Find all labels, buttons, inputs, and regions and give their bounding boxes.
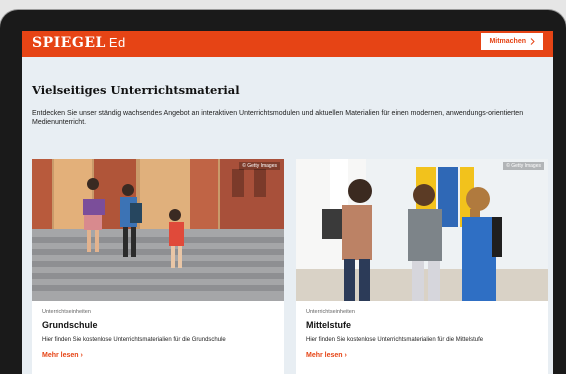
site-header: SPIEGEL Ed Mitmachen: [22, 31, 553, 57]
card-description: Hier finden Sie kostenlose Unterrichtsma…: [306, 337, 484, 343]
card-kicker: Unterrichtseinheiten: [42, 309, 91, 315]
spiegel-ed-logo[interactable]: SPIEGEL Ed: [32, 35, 126, 51]
photo-credit: © Getty Images: [503, 162, 544, 170]
section-title: Vielseitiges Unterrichtsmaterial: [32, 83, 240, 97]
mitmachen-button[interactable]: Mitmachen: [481, 33, 543, 50]
card-title[interactable]: Grundschule: [42, 320, 98, 330]
card-mittelstufe[interactable]: © Getty Images Unterrichtseinheiten Mitt…: [296, 159, 548, 374]
logo-sub-text: Ed: [108, 35, 126, 50]
grundschule-photo: © Getty Images: [32, 159, 284, 301]
card-kicker: Unterrichtseinheiten: [306, 309, 355, 315]
chevron-right-icon: [530, 38, 535, 45]
photo-credit: © Getty Images: [239, 162, 280, 170]
browser-screen: SPIEGEL Ed Mitmachen Vielseitiges Unterri…: [22, 31, 553, 374]
mehr-lesen-link[interactable]: Mehr lesen ›: [42, 352, 83, 359]
card-title[interactable]: Mittelstufe: [306, 320, 351, 330]
card-description: Hier finden Sie kostenlose Unterrichtsma…: [42, 337, 226, 343]
mittelstufe-photo: © Getty Images: [296, 159, 548, 301]
mehr-lesen-link[interactable]: Mehr lesen ›: [306, 352, 347, 359]
mitmachen-label: Mitmachen: [489, 38, 526, 45]
section-intro: Entdecken Sie unser ständig wachsendes A…: [32, 110, 524, 126]
card-grundschule[interactable]: © Getty Images Unterrichtseinheiten Grun…: [32, 159, 284, 374]
logo-main-text: SPIEGEL: [32, 35, 106, 51]
